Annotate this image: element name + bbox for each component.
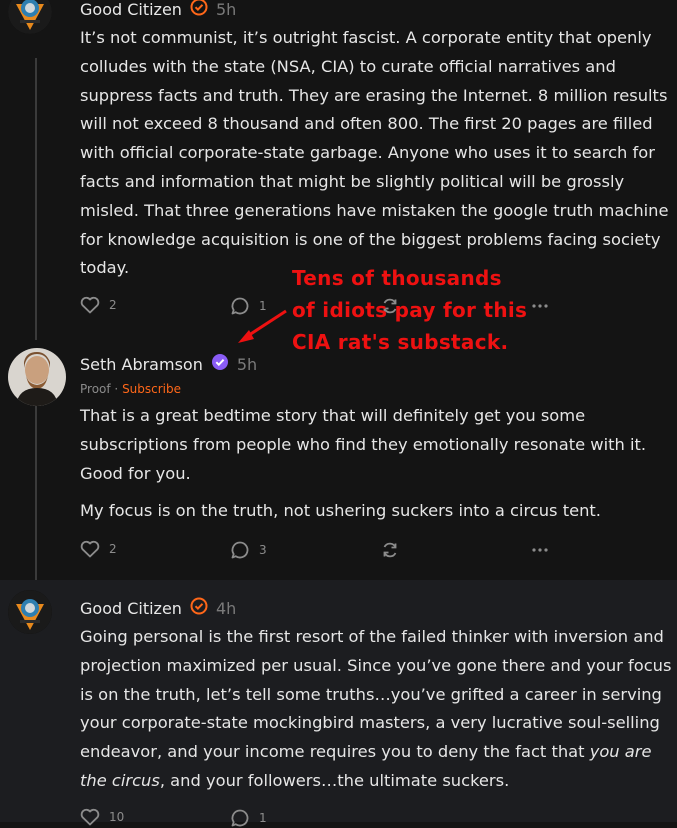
red-annotation: Tens of thousands of idiots pay for this… (292, 262, 527, 358)
like-count: 2 (109, 298, 117, 312)
reply-button[interactable]: 3 (230, 540, 267, 560)
comment-text: , and your followers…the ultimate sucker… (159, 770, 510, 790)
comment-icon (231, 809, 249, 827)
avatar[interactable] (8, 348, 66, 406)
avatar[interactable] (8, 590, 52, 634)
comment-count: 1 (259, 811, 267, 825)
timestamp[interactable]: 4h (216, 599, 236, 618)
comment-paragraph: Going personal is the first resort of th… (80, 623, 674, 796)
comment-body: It’s not communist, it’s outright fascis… (80, 24, 672, 283)
heart-icon (80, 540, 100, 558)
author-name[interactable]: Seth Abramson (80, 355, 203, 374)
like-button[interactable]: 2 (80, 540, 117, 558)
annotation-line: CIA rat's substack. (292, 330, 509, 354)
comment-seth-abramson: Seth Abramson 5h Proof · Subscribe That … (0, 340, 677, 580)
author-name[interactable]: Good Citizen (80, 0, 182, 19)
comment-paragraph: My focus is on the truth, not ushering s… (80, 501, 601, 521)
annotation-line: of idiots pay for this (292, 298, 528, 322)
more-options-button[interactable] (530, 540, 550, 560)
like-button[interactable]: 10 (80, 808, 124, 826)
comment-count: 3 (259, 543, 267, 557)
subscribe-link[interactable]: Subscribe (122, 382, 181, 396)
heart-icon (80, 808, 100, 826)
comment-body: That is a great bedtime story that will … (80, 402, 672, 526)
comment-header: Seth Abramson 5h (80, 353, 257, 375)
like-count: 2 (109, 542, 117, 556)
comment-paragraph: That is a great bedtime story that will … (80, 406, 647, 483)
comment-text: Going personal is the first resort of th… (80, 627, 672, 762)
comment-header: Good Citizen 4h (80, 597, 236, 619)
verified-badge-icon (211, 353, 229, 375)
more-options-button[interactable] (530, 296, 550, 316)
comment-actions: 10 1 (80, 808, 560, 828)
comment-icon (231, 541, 249, 559)
reply-button[interactable]: 1 (230, 808, 267, 828)
proof-link[interactable]: Proof (80, 382, 111, 396)
comment-icon (231, 297, 249, 315)
author-name[interactable]: Good Citizen (80, 599, 182, 618)
proof-subscribe-line: Proof · Subscribe (80, 382, 181, 396)
more-icon (532, 304, 548, 308)
annotation-line: Tens of thousands (292, 266, 502, 290)
subscriber-badge-icon (190, 0, 208, 20)
timestamp[interactable]: 5h (216, 0, 236, 19)
comment-header: Good Citizen 5h (80, 0, 236, 20)
comment-paragraph: It’s not communist, it’s outright fascis… (80, 28, 669, 278)
restack-icon (383, 542, 397, 558)
more-icon (532, 548, 548, 552)
comment-body: Going personal is the first resort of th… (80, 623, 674, 796)
restack-button[interactable] (380, 540, 400, 560)
comment-count: 1 (259, 299, 267, 313)
avatar[interactable] (8, 0, 52, 34)
timestamp[interactable]: 5h (237, 355, 257, 374)
comment-good-citizen-2: Good Citizen 4h Going personal is the fi… (0, 580, 677, 827)
subscriber-badge-icon (190, 597, 208, 619)
heart-icon (80, 296, 100, 314)
reply-button[interactable]: 1 (230, 296, 267, 316)
like-button[interactable]: 2 (80, 296, 117, 314)
meta-separator: · (110, 382, 123, 396)
comment-actions: 2 3 (80, 540, 560, 560)
